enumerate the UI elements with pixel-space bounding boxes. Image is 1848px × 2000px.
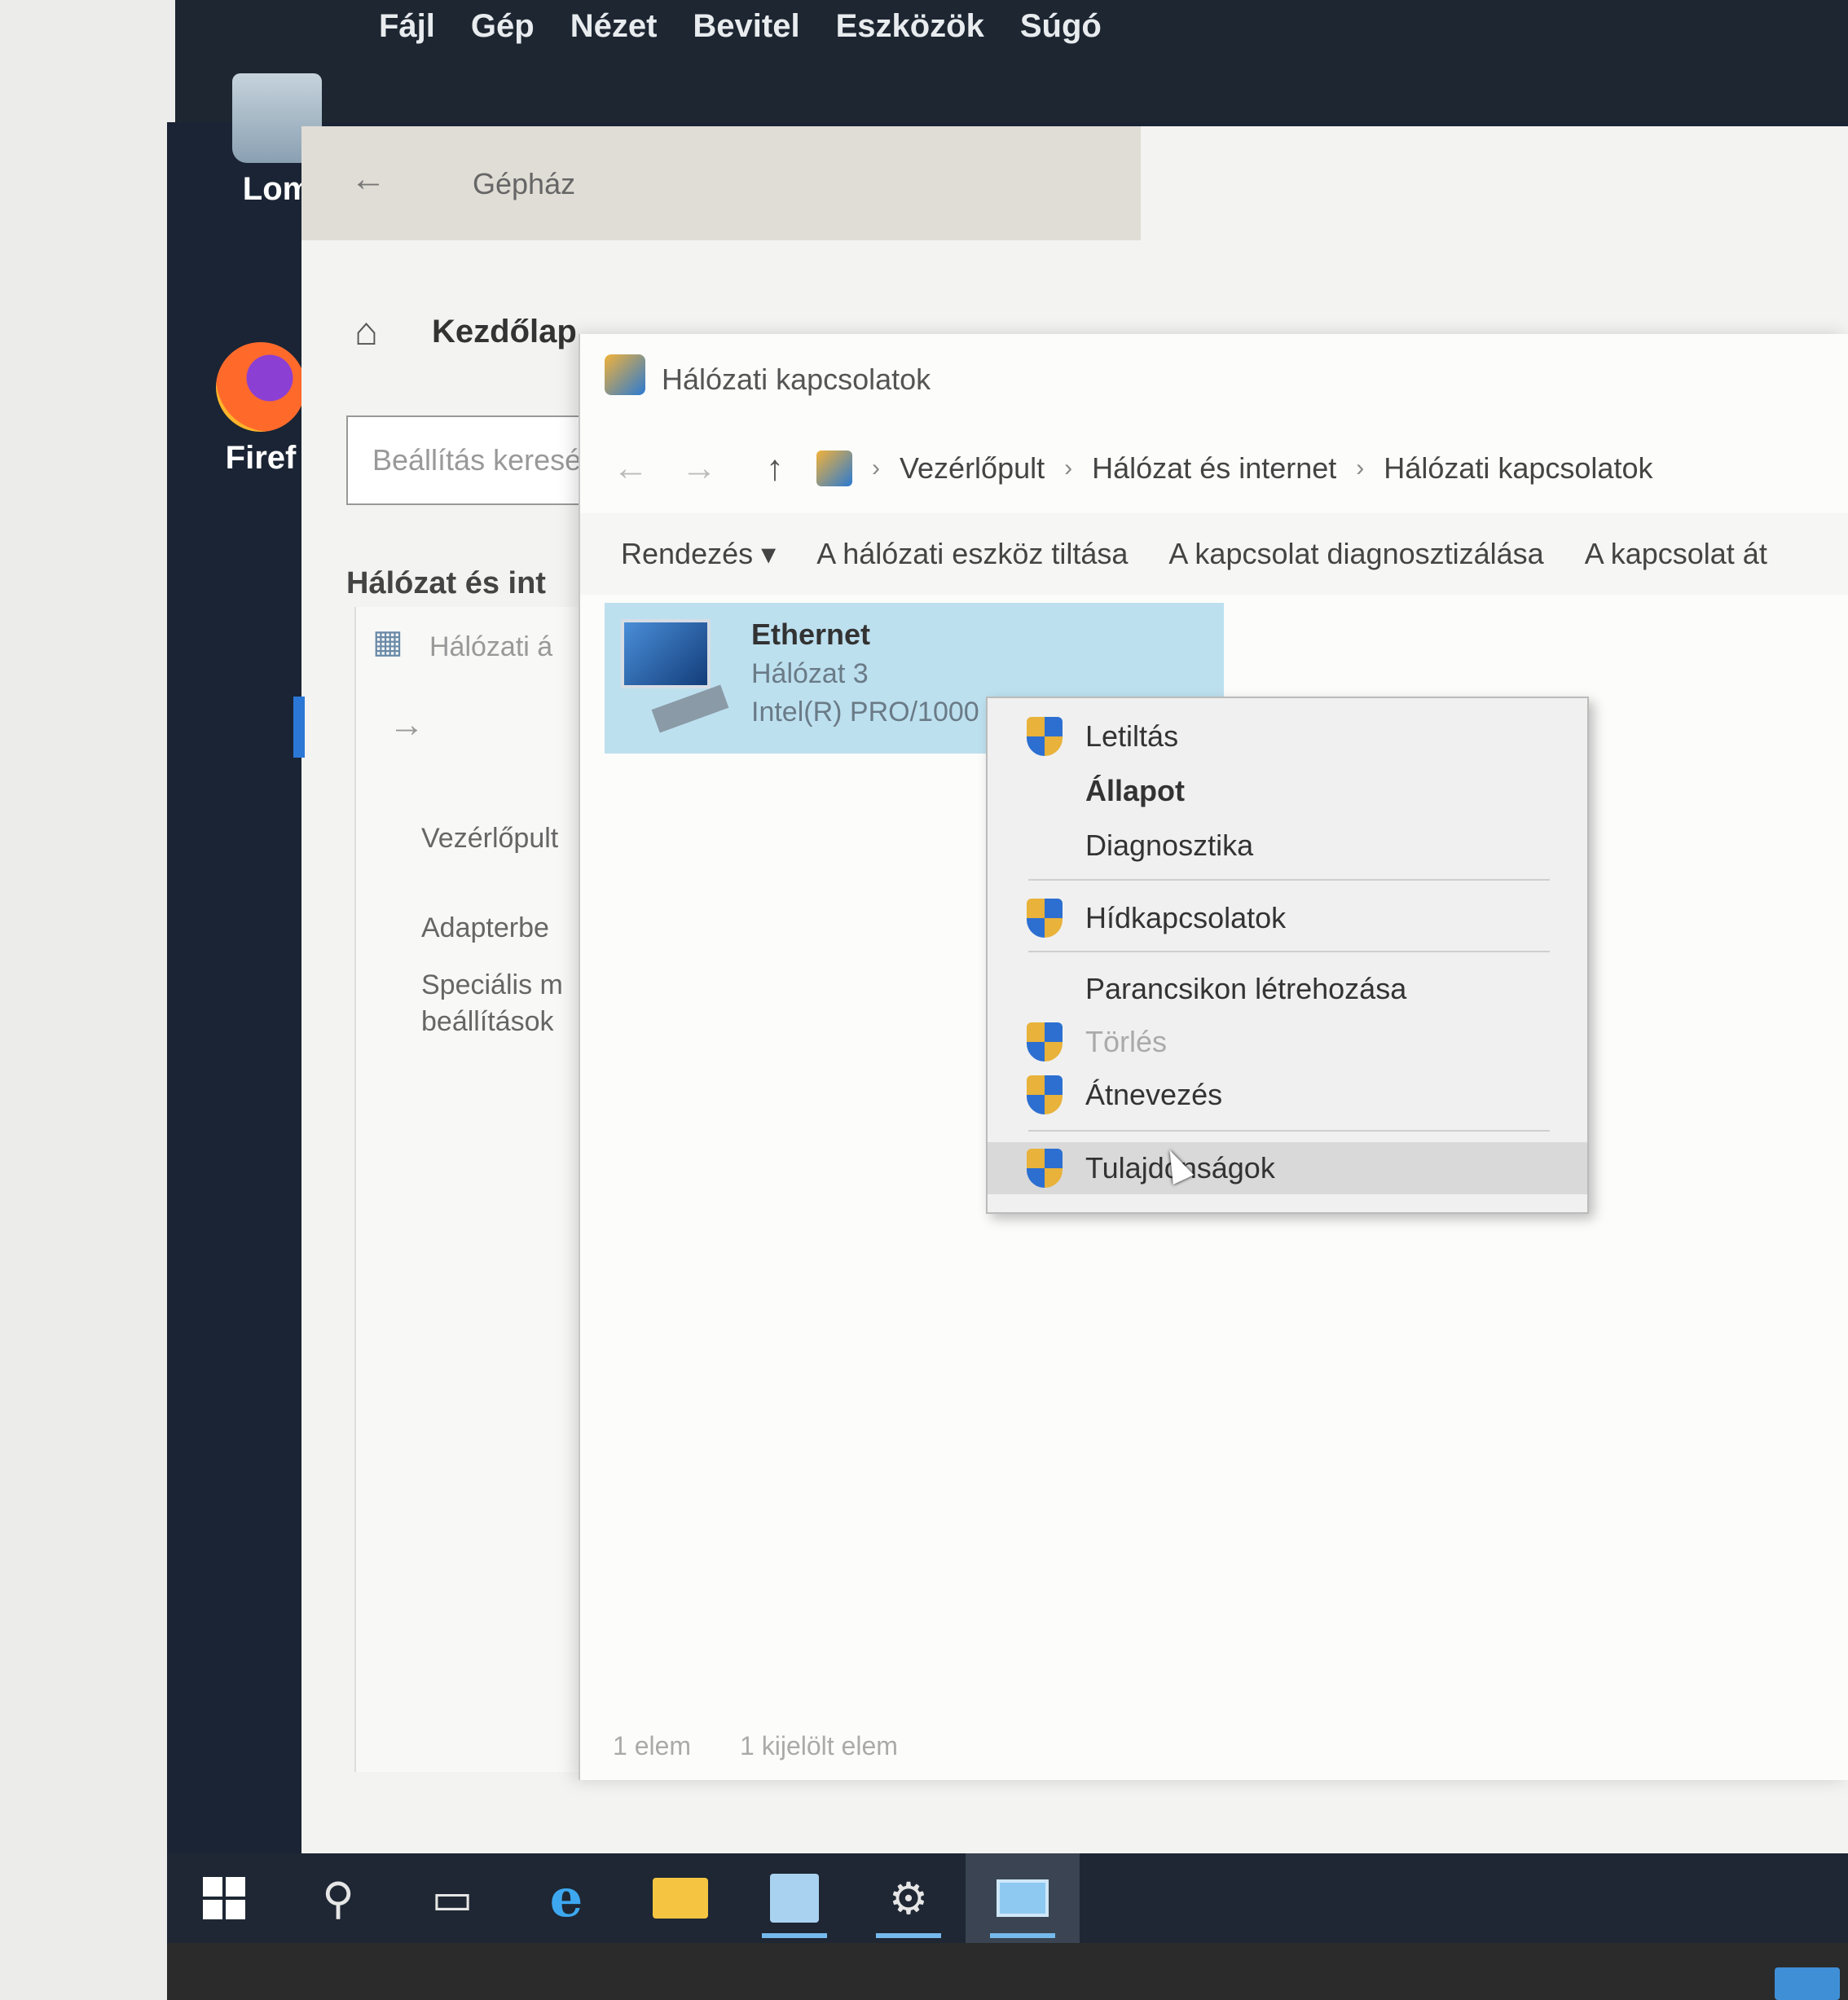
menu-input[interactable]: Bevitel: [693, 8, 799, 45]
menu-item-label: Parancsikon létrehozása: [1085, 972, 1407, 1005]
taskbar: ⚲ ▭ e ⚙: [167, 1853, 1848, 1943]
forward-arrow-icon[interactable]: →: [389, 705, 425, 745]
menu-item-diagnose[interactable]: Diagnosztika: [988, 820, 1587, 872]
forward-arrow-icon[interactable]: →: [681, 448, 717, 489]
control-panel-icon: [816, 451, 852, 486]
adapter-device: Intel(R) PRO/1000 M: [751, 697, 1010, 727]
breadcrumb-network-connections[interactable]: Hálózati kapcsolatok: [1384, 451, 1652, 486]
system-tray-icon[interactable]: [1775, 1967, 1840, 2000]
menu-divider: [1028, 951, 1550, 952]
menu-item-status[interactable]: Állapot: [988, 765, 1587, 817]
photo-left-background: [0, 0, 175, 2000]
command-bar: Rendezés ▾ A hálózati eszköz tiltása A k…: [580, 513, 1848, 595]
network-connections-icon: [605, 354, 645, 395]
network-status-window: ▦ Hálózati á → Vezérlőpult Adapterbe Spe…: [354, 607, 599, 1772]
windows-logo-icon: [203, 1877, 245, 1919]
server-manager-button[interactable]: [737, 1853, 851, 1943]
network-adapter-icon: [621, 619, 729, 733]
back-arrow-icon[interactable]: ←: [613, 448, 649, 489]
selected-nav-indicator: [293, 697, 305, 758]
menu-item-label: Törlés: [1085, 1025, 1168, 1058]
uac-shield-icon: [1027, 1075, 1063, 1114]
status-bar: 1 elem 1 kijelölt elem: [613, 1731, 898, 1761]
menu-item-label: Diagnosztika: [1085, 829, 1254, 862]
chevron-right-icon: ›: [1064, 455, 1073, 481]
adapter-network: Hálózat 3: [751, 658, 869, 689]
netconn-title: Hálózati kapcsolatok: [662, 363, 931, 396]
chevron-right-icon: ›: [872, 455, 880, 481]
menu-machine[interactable]: Gép: [471, 8, 535, 45]
search-icon: ⚲: [322, 1874, 354, 1923]
network-connections-icon: [997, 1879, 1049, 1917]
settings-button[interactable]: ⚙: [851, 1853, 966, 1943]
settings-home-label[interactable]: Kezdőlap: [432, 314, 577, 350]
internet-explorer-icon: e: [549, 1867, 583, 1929]
menu-devices[interactable]: Eszközök: [836, 8, 984, 45]
menu-view[interactable]: Nézet: [570, 8, 658, 45]
task-view-icon: ▭: [431, 1874, 473, 1923]
adapter-name: Ethernet: [751, 618, 871, 651]
menu-item-bridge[interactable]: Hídkapcsolatok: [988, 892, 1587, 944]
uac-shield-icon: [1027, 899, 1063, 938]
start-button[interactable]: [167, 1853, 281, 1943]
running-indicator: [990, 1933, 1055, 1938]
item-count: 1 elem: [613, 1731, 692, 1760]
context-menu: Letiltás Állapot Diagnosztika Hídkapcsol…: [986, 697, 1589, 1214]
network-status-title: Hálózati á: [429, 631, 553, 662]
monitor-bottom-bezel: [167, 1943, 1848, 2000]
chevron-right-icon: ›: [1356, 455, 1365, 481]
up-arrow-icon[interactable]: ↑: [766, 448, 784, 489]
disable-device-button[interactable]: A hálózati eszköz tiltása: [816, 537, 1128, 571]
menu-item-disable[interactable]: Letiltás: [988, 710, 1587, 763]
gear-icon: ⚙: [888, 1874, 929, 1923]
settings-title: Gépház: [473, 167, 576, 200]
server-manager-icon: [770, 1874, 819, 1923]
menu-item-label: Hídkapcsolatok: [1085, 901, 1287, 934]
nav-advanced-settings[interactable]: Speciális m: [421, 969, 563, 1001]
menu-item-label: Átnevezés: [1085, 1078, 1223, 1111]
home-icon[interactable]: ⌂: [354, 310, 378, 354]
network-icon: ▦: [372, 624, 403, 660]
menu-help[interactable]: Súgó: [1020, 8, 1102, 45]
uac-shield-icon: [1027, 1149, 1063, 1188]
menu-item-create-shortcut[interactable]: Parancsikon létrehozása: [988, 963, 1587, 1015]
menu-item-label: Letiltás: [1085, 719, 1179, 753]
menu-item-properties[interactable]: Tulajdonságok: [988, 1142, 1587, 1194]
selected-count: 1 kijelölt elem: [740, 1731, 898, 1760]
nav-control-panel[interactable]: Vezérlőpult: [421, 823, 558, 855]
firefox-label: Firef: [225, 440, 297, 476]
network-connections-taskbar-button[interactable]: [966, 1853, 1080, 1943]
breadcrumb-network-internet[interactable]: Hálózat és internet: [1092, 451, 1336, 486]
menu-divider: [1028, 879, 1550, 881]
virtualbox-menu: Fájl Gép Nézet Bevitel Eszközök Súgó: [379, 8, 1102, 45]
folder-icon: [653, 1878, 708, 1919]
menu-item-label: Állapot: [1085, 774, 1185, 807]
nav-adapter-settings[interactable]: Adapterbe: [421, 912, 549, 944]
menu-divider: [1028, 1130, 1550, 1132]
uac-shield-icon: [1027, 1022, 1063, 1062]
back-arrow-icon[interactable]: ←: [350, 159, 386, 200]
address-bar: ← → ↑ › Vezérlőpult › Hálózat és interne…: [580, 432, 1848, 505]
search-button[interactable]: ⚲: [281, 1853, 395, 1943]
running-indicator: [876, 1933, 941, 1938]
internet-explorer-button[interactable]: e: [509, 1853, 623, 1943]
task-view-button[interactable]: ▭: [395, 1853, 509, 1943]
firefox-icon: [216, 342, 306, 432]
breadcrumb-control-panel[interactable]: Vezérlőpult: [900, 451, 1045, 486]
organize-button[interactable]: Rendezés ▾: [621, 537, 776, 571]
running-indicator: [762, 1933, 827, 1938]
menu-item-rename[interactable]: Átnevezés: [988, 1069, 1587, 1121]
settings-titlebar: ← Gépház: [301, 126, 1141, 240]
menu-file[interactable]: Fájl: [379, 8, 435, 45]
settings-section-title: Hálózat és int: [346, 566, 546, 600]
file-explorer-button[interactable]: [623, 1853, 737, 1943]
menu-item-delete: Törlés: [988, 1016, 1587, 1068]
diagnose-connection-button[interactable]: A kapcsolat diagnosztizálása: [1168, 537, 1543, 571]
uac-shield-icon: [1027, 717, 1063, 756]
nav-advanced-settings-line2[interactable]: beállítások: [421, 1006, 554, 1038]
rename-connection-button[interactable]: A kapcsolat át: [1585, 537, 1767, 571]
firefox-shortcut[interactable]: Firef: [216, 342, 306, 477]
netconn-titlebar: Hálózati kapcsolatok: [580, 334, 1848, 415]
